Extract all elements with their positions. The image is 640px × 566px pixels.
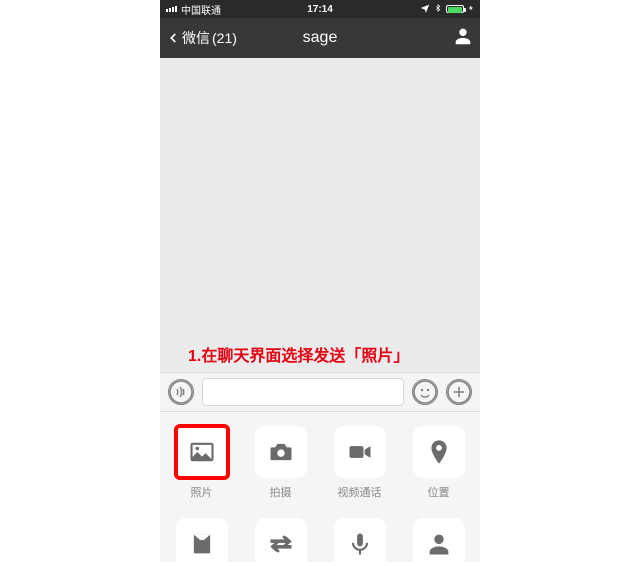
sound-wave-icon [169, 379, 193, 405]
input-bar [160, 372, 480, 412]
bluetooth-icon [434, 3, 442, 16]
voice-toggle-button[interactable] [168, 379, 194, 405]
smile-icon [413, 379, 437, 405]
back-count: (21) [212, 30, 237, 46]
attach-label: 视频通话 [338, 484, 382, 500]
person-icon [425, 530, 453, 558]
signal-icon [166, 6, 177, 12]
plus-icon [447, 379, 471, 405]
microphone-icon [346, 530, 374, 558]
location-services-icon [420, 3, 430, 16]
transfer-icon [267, 530, 295, 558]
attach-label: 拍摄 [270, 484, 292, 500]
instruction-annotation: 1.在聊天界面选择发送「照片」 [160, 338, 480, 372]
photo-icon [188, 438, 216, 466]
message-input[interactable] [202, 378, 404, 406]
status-bar: 中国联通 17:14 [160, 0, 480, 18]
video-icon [346, 438, 374, 466]
location-pin-icon [425, 438, 453, 466]
attach-item-transfer[interactable]: 转账 [251, 518, 310, 562]
more-button[interactable] [446, 379, 472, 405]
camera-icon [267, 438, 295, 466]
nav-bar: 微信 (21) sage [160, 18, 480, 58]
attach-item-video-call[interactable]: 视频通话 [330, 426, 389, 500]
attachment-panel: 照片 拍摄 视频通话 [160, 412, 480, 562]
chevron-left-icon [166, 29, 180, 47]
attach-item-contact-card[interactable]: 个人名片 [409, 518, 468, 562]
red-packet-icon [188, 530, 216, 558]
battery-icon [446, 5, 464, 13]
status-left: 中国联通 [166, 2, 221, 17]
chat-body[interactable] [160, 58, 480, 338]
attach-item-photo[interactable]: 照片 [172, 426, 231, 500]
profile-icon [452, 25, 474, 47]
back-label: 微信 [182, 28, 210, 48]
attach-item-red-packet[interactable]: 红包 [172, 518, 231, 562]
status-time: 17:14 [307, 4, 333, 15]
attachment-grid: 照片 拍摄 视频通话 [172, 426, 468, 562]
attach-item-camera[interactable]: 拍摄 [251, 426, 310, 500]
back-button[interactable]: 微信 (21) [166, 28, 237, 48]
carrier-label: 中国联通 [181, 2, 221, 17]
profile-button[interactable] [452, 25, 474, 52]
attach-label: 位置 [428, 484, 450, 500]
charging-icon [468, 3, 474, 16]
attach-item-location[interactable]: 位置 [409, 426, 468, 500]
attach-label: 照片 [191, 484, 213, 500]
emoji-button[interactable] [412, 379, 438, 405]
phone-frame: 中国联通 17:14 微信 (21) sage [160, 0, 480, 562]
attach-item-voice-input[interactable]: 语音输入 [330, 518, 389, 562]
status-right [420, 3, 474, 16]
page-title: sage [303, 29, 338, 47]
